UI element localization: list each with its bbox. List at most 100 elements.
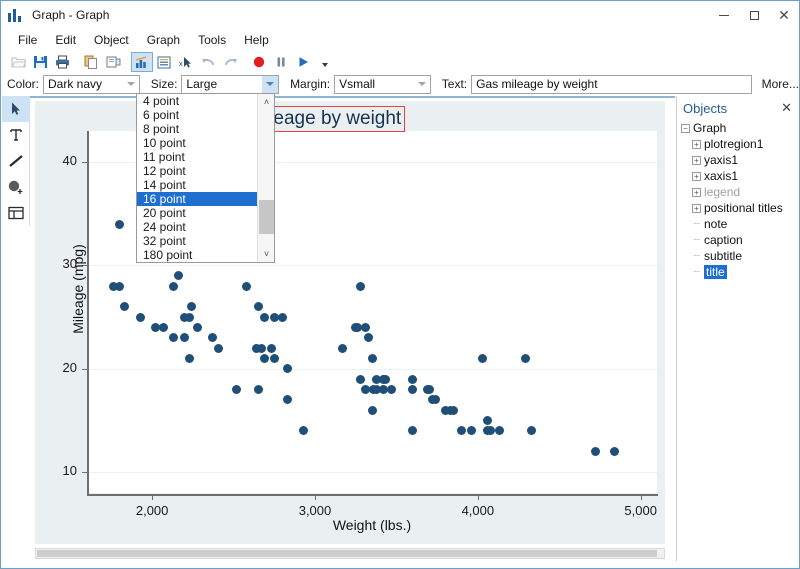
copy-icon[interactable] <box>80 52 102 72</box>
scatter-point[interactable] <box>360 323 370 332</box>
dropdown-option[interactable]: 8 point <box>137 122 258 136</box>
text-input[interactable]: Gas mileage by weight <box>471 74 752 94</box>
undo-icon[interactable] <box>197 52 219 72</box>
dropdown-option[interactable]: 11 point <box>137 150 258 164</box>
menu-item-tools[interactable]: Tools <box>189 31 235 49</box>
record-icon[interactable] <box>248 52 270 72</box>
scrollbar-thumb[interactable] <box>37 550 657 557</box>
scatter-point[interactable] <box>408 374 418 384</box>
color-dropdown-arrow[interactable] <box>123 76 139 93</box>
x-axis-line[interactable] <box>87 494 658 496</box>
menu-item-help[interactable]: Help <box>235 31 278 49</box>
scatter-point[interactable] <box>168 281 178 291</box>
scroll-down-icon[interactable]: ˅ <box>258 246 275 262</box>
pointer-tool-icon[interactable]: x <box>175 52 197 72</box>
scroll-up-icon[interactable]: ˄ <box>258 94 275 110</box>
scatter-point[interactable] <box>380 374 390 384</box>
y-axis-line[interactable] <box>87 131 89 494</box>
scatter-point[interactable] <box>260 312 269 322</box>
menu-item-graph[interactable]: Graph <box>138 31 189 49</box>
scatter-point[interactable] <box>367 354 377 364</box>
size-dropdown-arrow[interactable] <box>261 75 278 93</box>
tree-leaf-marker[interactable]: ┈ <box>692 219 701 230</box>
expand-icon[interactable]: + <box>692 203 701 213</box>
scatter-point[interactable] <box>269 354 279 364</box>
tree-node-xaxis1[interactable]: + xaxis1 <box>681 168 799 184</box>
tree-node-Graph[interactable]: − Graph <box>681 120 799 136</box>
objects-panel-close-icon[interactable]: ✕ <box>781 100 792 116</box>
play-icon[interactable] <box>292 52 314 72</box>
tree-node-yaxis1[interactable]: + yaxis1 <box>681 152 799 168</box>
y-axis-title[interactable]: Mileage (mpg) <box>70 204 86 374</box>
dropdown-scrollbar-thumb[interactable] <box>259 200 274 234</box>
select-tool-icon[interactable] <box>2 96 30 122</box>
tree-leaf-marker[interactable]: ┈ <box>692 235 701 246</box>
tree-leaf-marker[interactable]: ┈ <box>692 251 701 262</box>
size-combobox[interactable]: Large <box>181 74 279 94</box>
size-dropdown-list[interactable]: 4 point 6 point 8 point 10 point 11 point 12 … <box>136 93 275 263</box>
scatter-point[interactable] <box>242 281 252 291</box>
graph-canvas[interactable]: 10 20 30 40 2,000 3,000 4,000 5,000 Mileage (m… <box>35 101 665 544</box>
tree-node-plotregion1[interactable]: + plotregion1 <box>681 136 799 152</box>
scatter-point[interactable] <box>338 343 348 353</box>
minimize-button[interactable] <box>709 1 739 29</box>
x-axis-title[interactable]: Weight (lbs.) <box>87 517 657 533</box>
dropdown-option[interactable]: 32 point <box>137 234 258 248</box>
menu-item-file[interactable]: File <box>9 31 46 49</box>
scatter-point[interactable] <box>136 312 146 322</box>
dropdown-option[interactable]: 14 point <box>137 178 258 192</box>
line-tool-icon[interactable] <box>2 148 30 174</box>
save-icon[interactable] <box>29 52 51 72</box>
scatter-point[interactable] <box>185 312 195 322</box>
scatter-point[interactable] <box>448 405 458 415</box>
scatter-point[interactable] <box>590 447 600 457</box>
dropdown-option[interactable]: 20 point <box>137 206 258 220</box>
expand-icon[interactable]: + <box>692 139 701 149</box>
scatter-point[interactable] <box>253 302 263 312</box>
print-icon[interactable] <box>51 52 73 72</box>
collapse-icon[interactable]: − <box>681 123 690 133</box>
paste-icon[interactable] <box>102 52 124 72</box>
marker-tool-icon[interactable] <box>2 174 30 200</box>
margin-combobox[interactable]: Vsmall <box>334 74 431 94</box>
maximize-button[interactable] <box>739 1 769 29</box>
dropdown-option[interactable]: 16 point <box>137 192 258 206</box>
tree-node-positional-titles[interactable]: + positional titles <box>681 200 799 216</box>
tree-node-legend[interactable]: + legend <box>681 184 799 200</box>
scatter-point[interactable] <box>520 354 530 364</box>
grid-tool-icon[interactable] <box>2 200 30 226</box>
dropdown-option[interactable]: 180 point <box>137 248 258 262</box>
scatter-point[interactable] <box>356 281 366 291</box>
margin-dropdown-arrow[interactable] <box>414 76 430 93</box>
scatter-point[interactable] <box>173 271 183 281</box>
scatter-point[interactable] <box>367 405 377 415</box>
overflow-chevron-icon[interactable] <box>314 52 336 72</box>
dropdown-scrollbar[interactable]: ˄ ˅ <box>257 94 274 262</box>
scatter-point[interactable] <box>260 354 269 364</box>
dropdown-option[interactable]: 10 point <box>137 136 258 150</box>
scatter-point[interactable] <box>256 343 266 353</box>
horizontal-scrollbar[interactable] <box>35 548 665 559</box>
tree-leaf-marker[interactable]: ┈ <box>692 267 701 278</box>
more-button[interactable]: More... <box>762 77 799 91</box>
tree-node-subtitle[interactable]: ┈ subtitle <box>681 248 799 264</box>
tree-node-title[interactable]: ┈ title <box>681 264 799 280</box>
redo-icon[interactable] <box>219 52 241 72</box>
text-tool-icon[interactable] <box>2 122 30 148</box>
pause-icon[interactable] <box>270 52 292 72</box>
dropdown-option[interactable]: 4 point <box>137 94 258 108</box>
scatter-point[interactable] <box>115 219 125 229</box>
scatter-point[interactable] <box>277 312 287 322</box>
scatter-point[interactable] <box>115 281 125 291</box>
expand-icon[interactable]: + <box>692 187 701 197</box>
dropdown-option[interactable]: 12 point <box>137 164 258 178</box>
expand-icon[interactable]: + <box>692 171 701 181</box>
scatter-point[interactable] <box>186 302 196 312</box>
menu-item-object[interactable]: Object <box>85 31 138 49</box>
scatter-point[interactable] <box>253 385 263 395</box>
expand-icon[interactable]: + <box>692 155 701 165</box>
color-combobox[interactable]: Dark navy <box>43 74 140 94</box>
scatter-point[interactable] <box>159 323 169 332</box>
scatter-point[interactable] <box>356 374 366 384</box>
tree-node-note[interactable]: ┈ note <box>681 216 799 232</box>
